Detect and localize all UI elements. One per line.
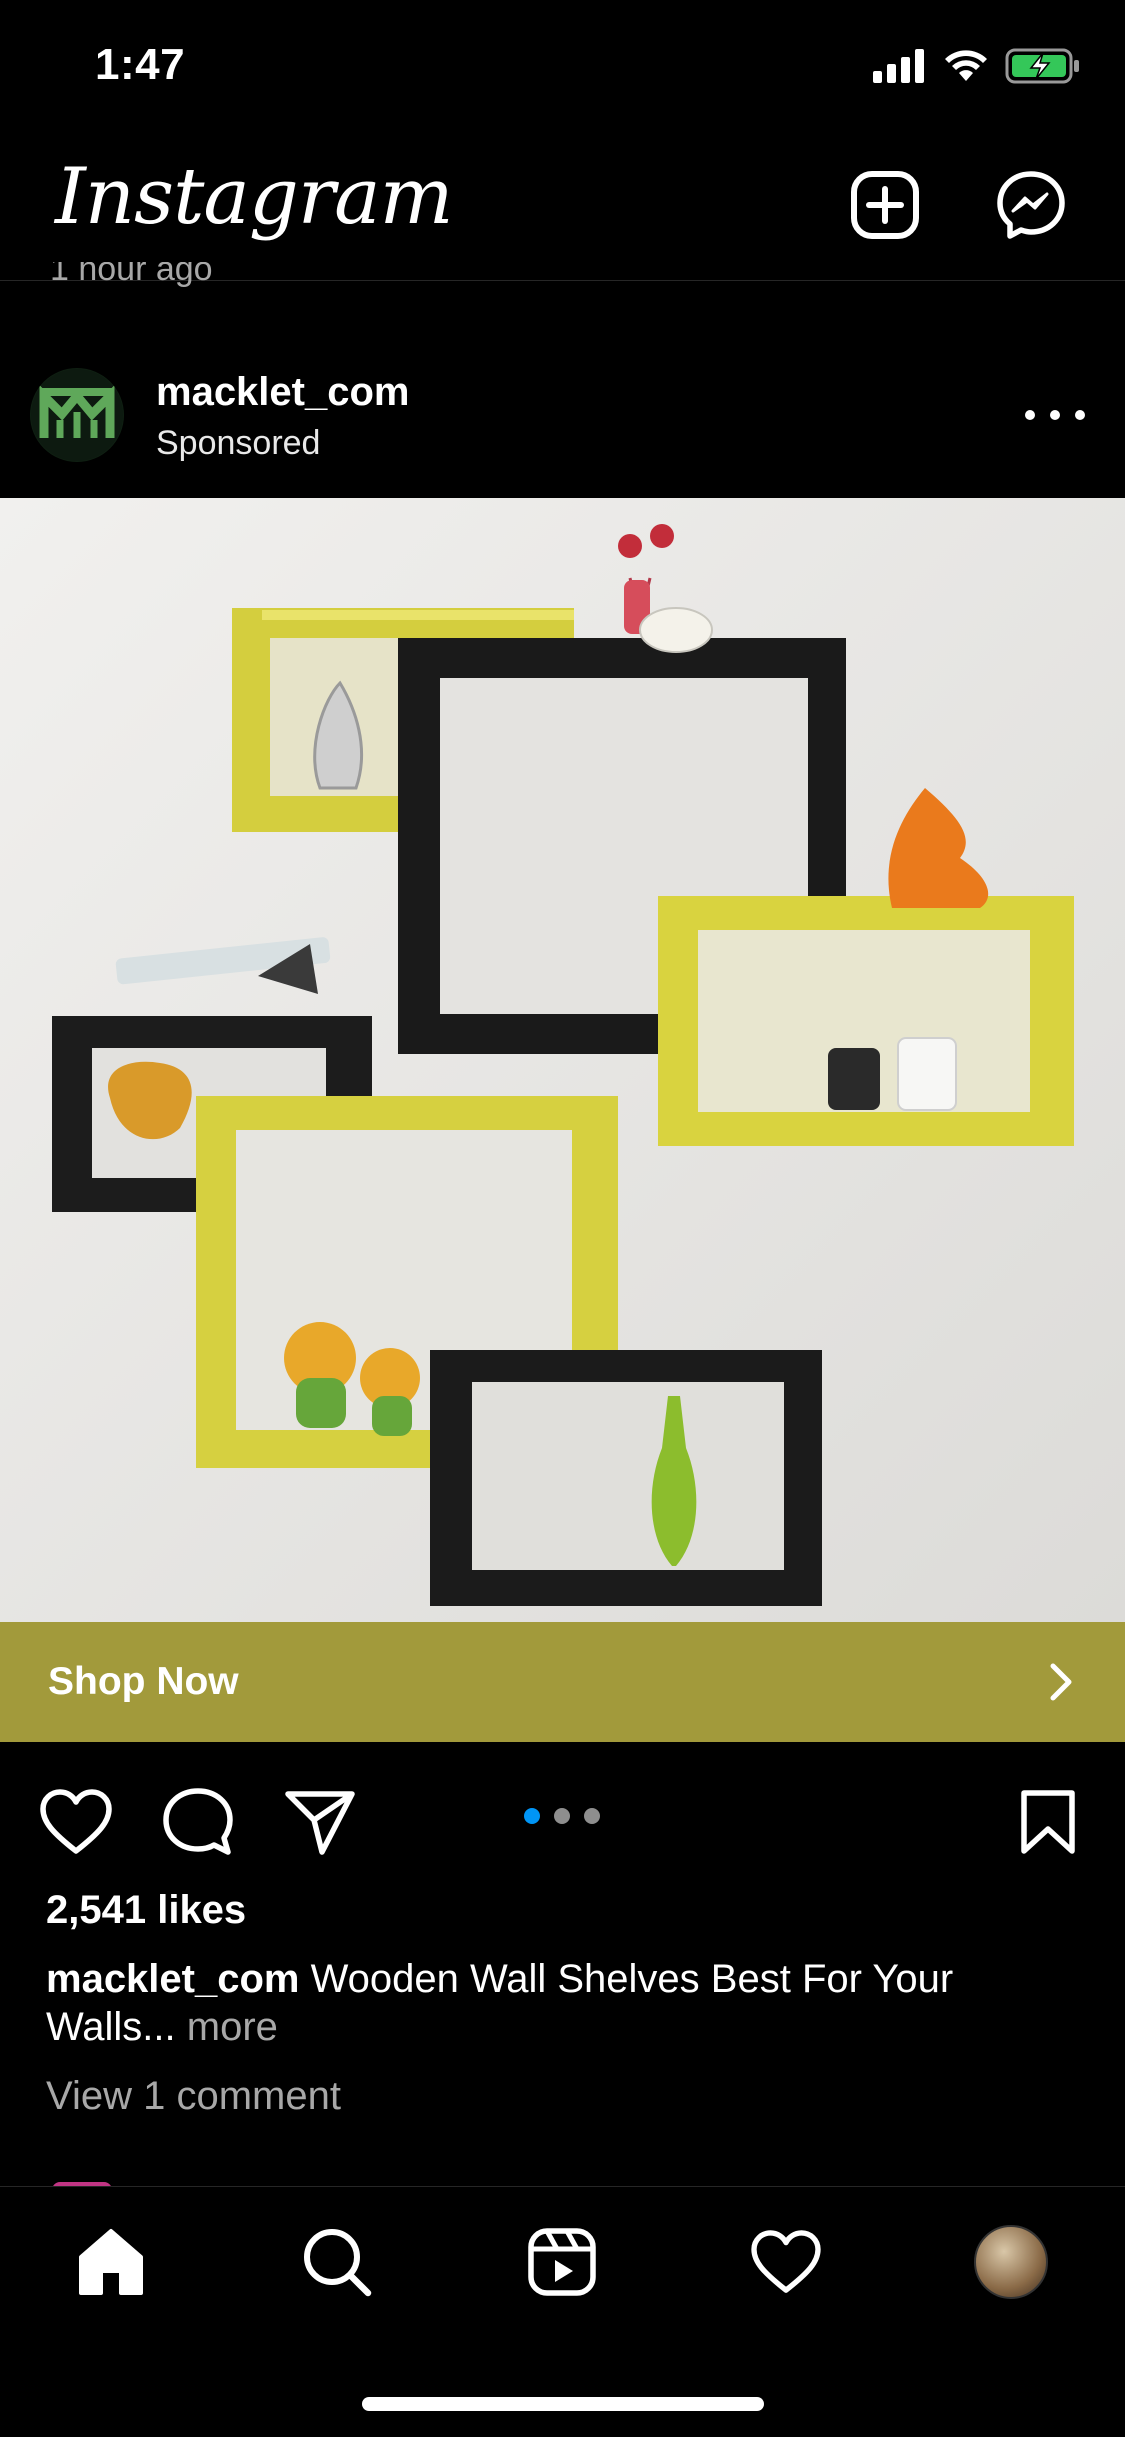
chevron-right-icon bbox=[1050, 1663, 1072, 1701]
profile-avatar bbox=[974, 2225, 1048, 2299]
app-header: Instagram bbox=[0, 130, 1125, 281]
nav-profile[interactable] bbox=[966, 2217, 1056, 2307]
carousel-dot-active bbox=[524, 1808, 540, 1824]
caption-username[interactable]: macklet_com bbox=[46, 1957, 299, 2001]
view-comments-link[interactable]: View 1 comment bbox=[46, 2074, 341, 2119]
save-button[interactable] bbox=[1008, 1782, 1088, 1862]
heart-icon bbox=[751, 2230, 821, 2293]
home-indicator[interactable] bbox=[362, 2397, 764, 2411]
likes-count[interactable]: 2,541 likes bbox=[46, 1888, 246, 1933]
messenger-icon bbox=[997, 171, 1065, 239]
carousel-indicator bbox=[524, 1808, 600, 1824]
shop-now-button[interactable]: Shop Now bbox=[0, 1622, 1125, 1742]
messenger-button[interactable] bbox=[994, 168, 1068, 242]
search-icon bbox=[304, 2229, 372, 2297]
nav-home[interactable] bbox=[66, 2217, 156, 2307]
dot bbox=[1025, 410, 1035, 420]
dot bbox=[1075, 410, 1085, 420]
share-button[interactable] bbox=[280, 1782, 360, 1862]
battery-charging-icon bbox=[1005, 48, 1079, 84]
send-icon bbox=[285, 1791, 355, 1855]
dot bbox=[1050, 410, 1060, 420]
more-options-button[interactable] bbox=[1025, 395, 1085, 435]
status-time: 1:47 bbox=[95, 40, 186, 89]
post-username[interactable]: macklet_com bbox=[156, 370, 409, 415]
comment-button[interactable] bbox=[158, 1782, 238, 1862]
post-image[interactable] bbox=[0, 498, 1125, 1622]
macklet-logo-icon bbox=[31, 369, 123, 461]
comment-icon bbox=[163, 1788, 233, 1855]
wifi-icon bbox=[945, 50, 987, 81]
status-icons bbox=[873, 48, 1081, 84]
reels-icon bbox=[528, 2228, 596, 2296]
wall-shelves-photo bbox=[0, 498, 1125, 1622]
cta-label: Shop Now bbox=[48, 1660, 239, 1703]
like-button[interactable] bbox=[36, 1782, 116, 1862]
bookmark-icon bbox=[1021, 1790, 1075, 1854]
instagram-logo[interactable]: Instagram bbox=[55, 152, 454, 242]
caption-more-link[interactable]: more bbox=[176, 2005, 278, 2049]
carousel-dot bbox=[554, 1808, 570, 1824]
plus-square-icon bbox=[851, 171, 919, 239]
post-caption: macklet_com Wooden Wall Shelves Best For… bbox=[46, 1955, 1086, 2051]
previous-post-timestamp: 1 hour ago bbox=[50, 262, 213, 288]
home-icon bbox=[79, 2229, 143, 2295]
sponsored-label: Sponsored bbox=[156, 424, 321, 462]
nav-reels[interactable] bbox=[517, 2217, 607, 2307]
nav-activity[interactable] bbox=[741, 2217, 831, 2307]
cellular-signal-icon bbox=[873, 49, 924, 83]
post-avatar[interactable] bbox=[30, 368, 124, 462]
nav-search[interactable] bbox=[292, 2217, 382, 2307]
carousel-dot bbox=[584, 1808, 600, 1824]
heart-icon bbox=[40, 1789, 112, 1854]
new-post-button[interactable] bbox=[848, 168, 922, 242]
